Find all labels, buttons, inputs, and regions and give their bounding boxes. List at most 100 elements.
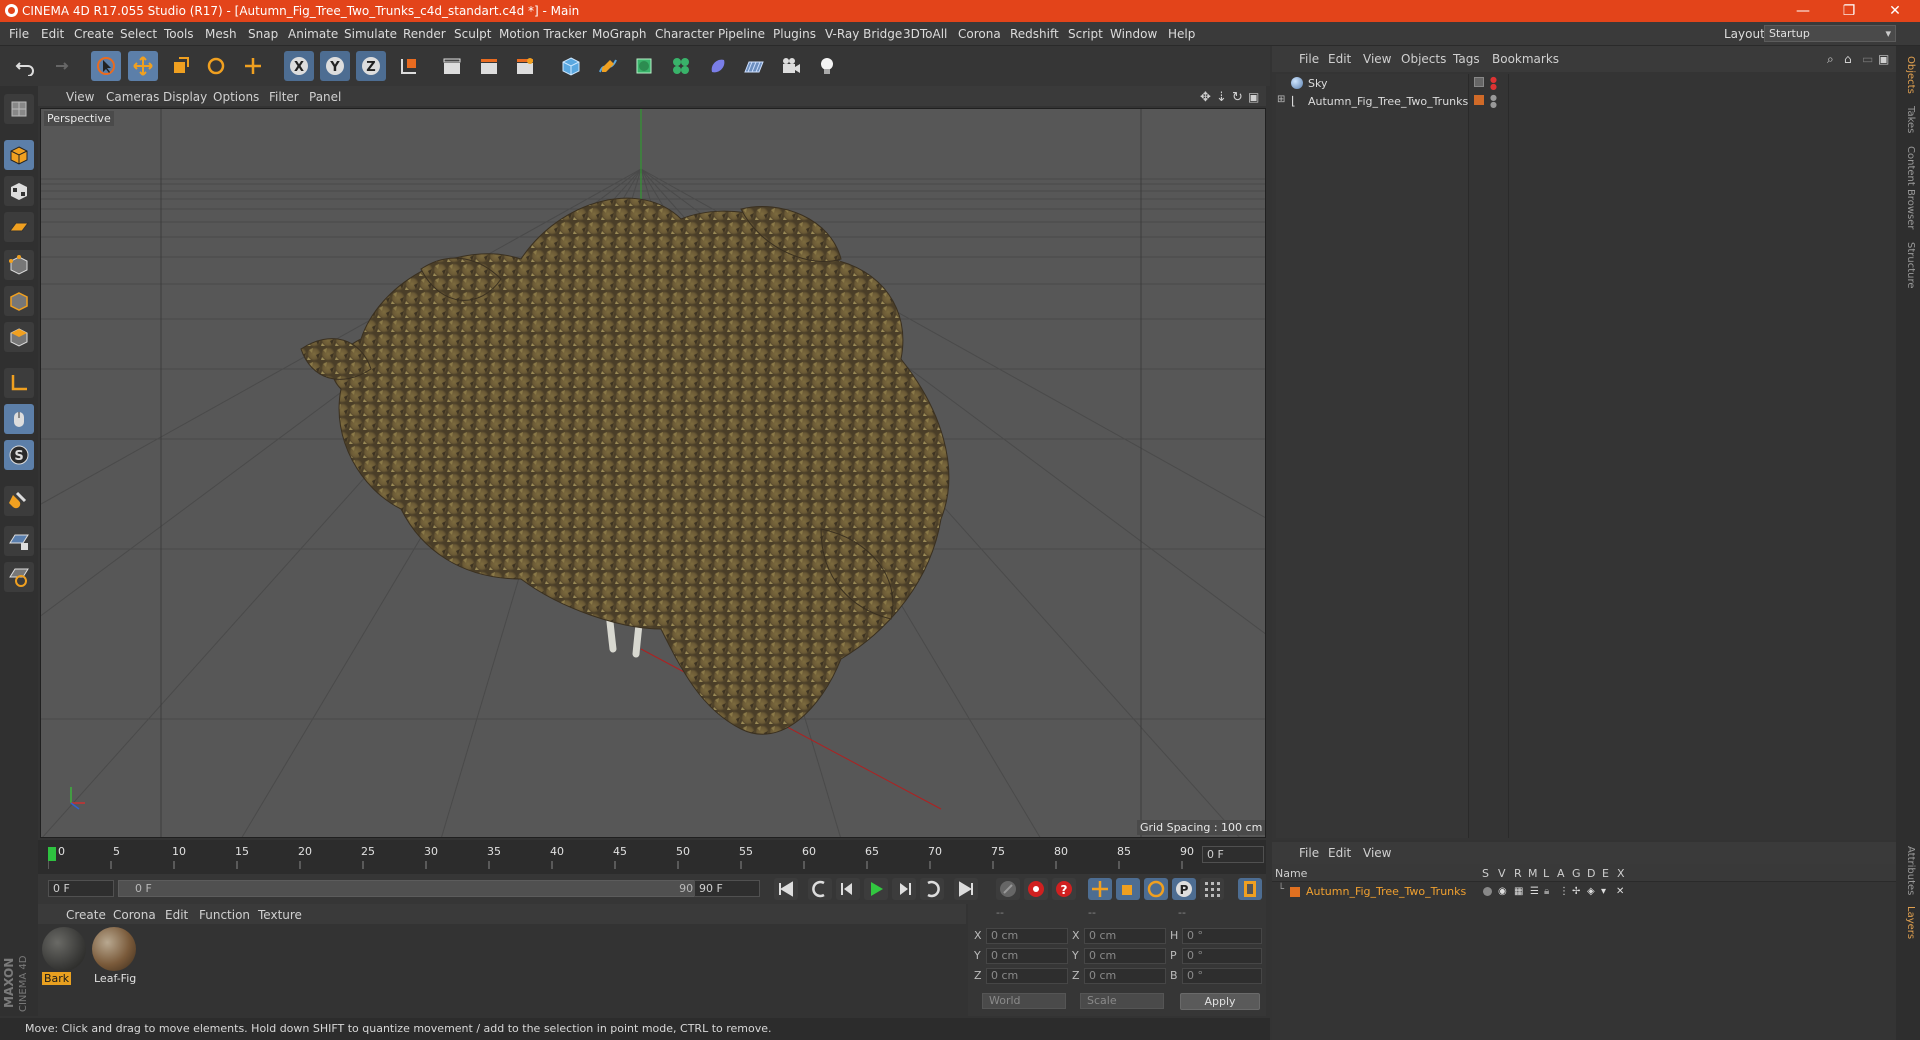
light-object-button[interactable] <box>812 51 842 81</box>
menu-mesh[interactable]: Mesh <box>205 27 237 41</box>
spline-pen-button[interactable] <box>593 51 623 81</box>
object-menu-edit[interactable]: Edit <box>1328 52 1351 66</box>
next-frame-button[interactable] <box>892 878 916 900</box>
tab-takes[interactable]: Takes <box>1900 106 1916 133</box>
workplane-mode-button[interactable] <box>4 212 34 242</box>
material-bark[interactable] <box>42 927 86 971</box>
view-toggle-icon[interactable]: ◉ <box>1498 886 1507 897</box>
object-row-sky[interactable]: Sky ● ● <box>1276 75 1508 93</box>
render-dots-icon[interactable]: ● ● <box>1490 94 1497 109</box>
layout-select[interactable]: Startup <box>1764 25 1896 42</box>
menu-render[interactable]: Render <box>403 27 446 41</box>
menu-window[interactable]: Window <box>1110 27 1157 41</box>
viewport-pan-icon[interactable]: ✥ <box>1200 90 1211 105</box>
coordinate-mode-dropdown[interactable]: World <box>982 993 1066 1009</box>
key-position-button[interactable] <box>1088 878 1112 900</box>
object-maximize-icon[interactable]: ▣ <box>1878 52 1889 66</box>
object-home-icon[interactable]: ⌂ <box>1844 52 1852 66</box>
size-y-field[interactable]: 0 cm <box>1084 948 1166 964</box>
subdivision-surface-button[interactable] <box>629 51 659 81</box>
current-frame-field[interactable]: 0 F <box>1202 846 1264 863</box>
layer-row[interactable]: └ Autumn_Fig_Tree_Two_Trunks ◉ ▦ ☰ 🔒︎ ⋮ … <box>1276 884 1656 900</box>
previous-key-button[interactable] <box>808 878 832 900</box>
key-scale-button[interactable] <box>1116 878 1140 900</box>
material-menu-corona[interactable]: Corona <box>113 908 156 922</box>
cube-object-button[interactable] <box>556 51 586 81</box>
preview-range-slider[interactable]: 0 F 90 F <box>118 880 720 897</box>
edit-render-settings-button[interactable] <box>510 51 540 81</box>
position-y-field[interactable]: 0 cm <box>986 948 1068 964</box>
apply-button[interactable]: Apply <box>1180 993 1260 1010</box>
viewport-menu-filter[interactable]: Filter <box>269 90 299 104</box>
lock-toggle-icon[interactable]: 🔒︎ <box>1544 886 1549 897</box>
record-active-button[interactable] <box>996 878 1020 900</box>
menu-3dtoall[interactable]: 3DToAll <box>903 27 947 41</box>
end-frame-field[interactable]: 90 F <box>694 880 760 897</box>
generator-toggle-icon[interactable]: ✢ <box>1572 886 1580 897</box>
rotation-b-field[interactable]: 0 ° <box>1182 968 1262 984</box>
next-key-button[interactable] <box>920 878 944 900</box>
menu-character[interactable]: Character <box>655 27 714 41</box>
key-pla-button[interactable] <box>1200 878 1224 900</box>
menu-sculpt[interactable]: Sculpt <box>454 27 491 41</box>
menu-script[interactable]: Script <box>1068 27 1103 41</box>
model-mode-button[interactable] <box>4 140 34 170</box>
menu-vray-bridge[interactable]: V-Ray Bridge <box>825 27 902 41</box>
planar-workplane-button[interactable] <box>4 562 34 592</box>
xref-toggle-icon[interactable]: ✕ <box>1616 886 1624 897</box>
viewport-maximize-icon[interactable]: ▣ <box>1248 90 1259 104</box>
viewport-menu-cameras[interactable]: Cameras <box>106 90 159 104</box>
texture-mode-button[interactable] <box>4 176 34 206</box>
size-x-field[interactable]: 0 cm <box>1084 928 1166 944</box>
menu-help[interactable]: Help <box>1168 27 1195 41</box>
tab-objects[interactable]: Objects <box>1900 56 1916 94</box>
menu-simulate[interactable]: Simulate <box>344 27 397 41</box>
layer-color-icon[interactable] <box>1474 95 1484 105</box>
y-axis-lock-button[interactable]: Y <box>320 51 350 81</box>
deformer-toggle-icon[interactable]: ◈ <box>1587 886 1595 897</box>
viewport-menu-options[interactable]: Options <box>213 90 259 104</box>
material-menu-function[interactable]: Function <box>199 908 250 922</box>
menu-file[interactable]: File <box>9 27 29 41</box>
layer-menu-file[interactable]: File <box>1299 846 1319 860</box>
close-button[interactable]: ✕ <box>1872 0 1918 22</box>
tab-structure[interactable]: Structure <box>1900 242 1916 289</box>
polygons-mode-button[interactable] <box>4 322 34 352</box>
perspective-viewport[interactable] <box>40 108 1266 838</box>
menu-mograph[interactable]: MoGraph <box>592 27 647 41</box>
position-x-field[interactable]: 0 cm <box>986 928 1068 944</box>
restore-button[interactable]: ❐ <box>1826 0 1872 22</box>
object-menu-tags[interactable]: Tags <box>1453 52 1480 66</box>
layer-menu-edit[interactable]: Edit <box>1328 846 1351 860</box>
viewport-zoom-icon[interactable]: ⇣ <box>1216 90 1227 105</box>
previous-frame-button[interactable] <box>836 878 860 900</box>
menu-edit[interactable]: Edit <box>41 27 64 41</box>
render-dots-icon[interactable]: ● ● <box>1490 76 1497 91</box>
material-menu-create[interactable]: Create <box>66 908 106 922</box>
snap-button[interactable] <box>4 486 34 516</box>
transform-tool-button[interactable] <box>238 51 268 81</box>
render-toggle-icon[interactable]: ▦ <box>1514 886 1523 897</box>
expand-icon[interactable]: ⊞ <box>1277 94 1285 105</box>
key-parameter-button[interactable]: P <box>1172 878 1196 900</box>
render-view-button[interactable] <box>437 51 467 81</box>
cloner-button[interactable] <box>666 51 696 81</box>
object-new-window-icon[interactable]: ▭ <box>1862 52 1873 66</box>
go-to-start-button[interactable] <box>774 878 798 900</box>
tweak-mode-button[interactable] <box>4 404 34 434</box>
size-z-field[interactable]: 0 cm <box>1084 968 1166 984</box>
object-menu-bookmarks[interactable]: Bookmarks <box>1492 52 1559 66</box>
edges-mode-button[interactable] <box>4 286 34 316</box>
camera-object-button[interactable] <box>776 51 806 81</box>
menu-pipeline[interactable]: Pipeline <box>718 27 765 41</box>
material-menu-texture[interactable]: Texture <box>258 908 302 922</box>
redo-button[interactable] <box>44 51 74 81</box>
layer-color-swatch[interactable] <box>1290 887 1300 897</box>
autokey-button[interactable] <box>1024 878 1048 900</box>
key-rotation-button[interactable] <box>1144 878 1168 900</box>
solo-toggle-icon[interactable] <box>1483 887 1492 896</box>
solo-mode-button[interactable]: S <box>4 440 34 470</box>
z-axis-lock-button[interactable]: Z <box>356 51 386 81</box>
render-to-picture-viewer-button[interactable] <box>474 51 504 81</box>
menu-create[interactable]: Create <box>74 27 114 41</box>
